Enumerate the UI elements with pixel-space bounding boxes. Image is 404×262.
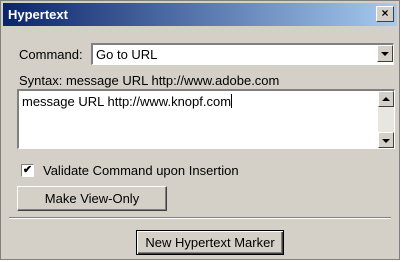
scroll-down-icon bbox=[382, 139, 390, 143]
text-caret bbox=[231, 94, 233, 108]
vertical-scrollbar[interactable] bbox=[378, 91, 394, 148]
new-hypertext-marker-label: New Hypertext Marker bbox=[145, 235, 275, 250]
title-bar[interactable]: Hypertext × bbox=[3, 3, 397, 26]
window-title: Hypertext bbox=[8, 7, 68, 22]
close-icon: × bbox=[381, 6, 389, 20]
make-view-only-label: Make View-Only bbox=[44, 191, 140, 206]
hypertext-dialog: Hypertext × Command: Go to URL Syntax: m… bbox=[0, 0, 400, 260]
checkmark-icon: ✔ bbox=[22, 164, 33, 176]
scroll-down-button[interactable] bbox=[378, 132, 394, 148]
validate-checkbox[interactable]: ✔ bbox=[21, 164, 34, 177]
new-hypertext-marker-button[interactable]: New Hypertext Marker bbox=[136, 230, 284, 255]
scroll-up-icon bbox=[382, 97, 390, 101]
command-select-value: Go to URL bbox=[96, 47, 158, 62]
syntax-hint: Syntax: message URL http://www.adobe.com bbox=[19, 73, 280, 88]
command-dropdown-button[interactable] bbox=[377, 45, 393, 62]
chevron-down-icon bbox=[381, 52, 389, 56]
command-text-field[interactable]: message URL http://www.knopf.com bbox=[17, 89, 395, 149]
make-view-only-button[interactable]: Make View-Only bbox=[17, 186, 167, 211]
close-button[interactable]: × bbox=[376, 6, 394, 22]
command-select[interactable]: Go to URL bbox=[91, 43, 394, 65]
command-text-value: message URL http://www.knopf.com bbox=[22, 94, 232, 109]
scroll-up-button[interactable] bbox=[378, 91, 394, 107]
validate-label[interactable]: Validate Command upon Insertion bbox=[43, 163, 239, 178]
separator bbox=[9, 217, 391, 219]
command-label: Command: bbox=[19, 47, 83, 62]
